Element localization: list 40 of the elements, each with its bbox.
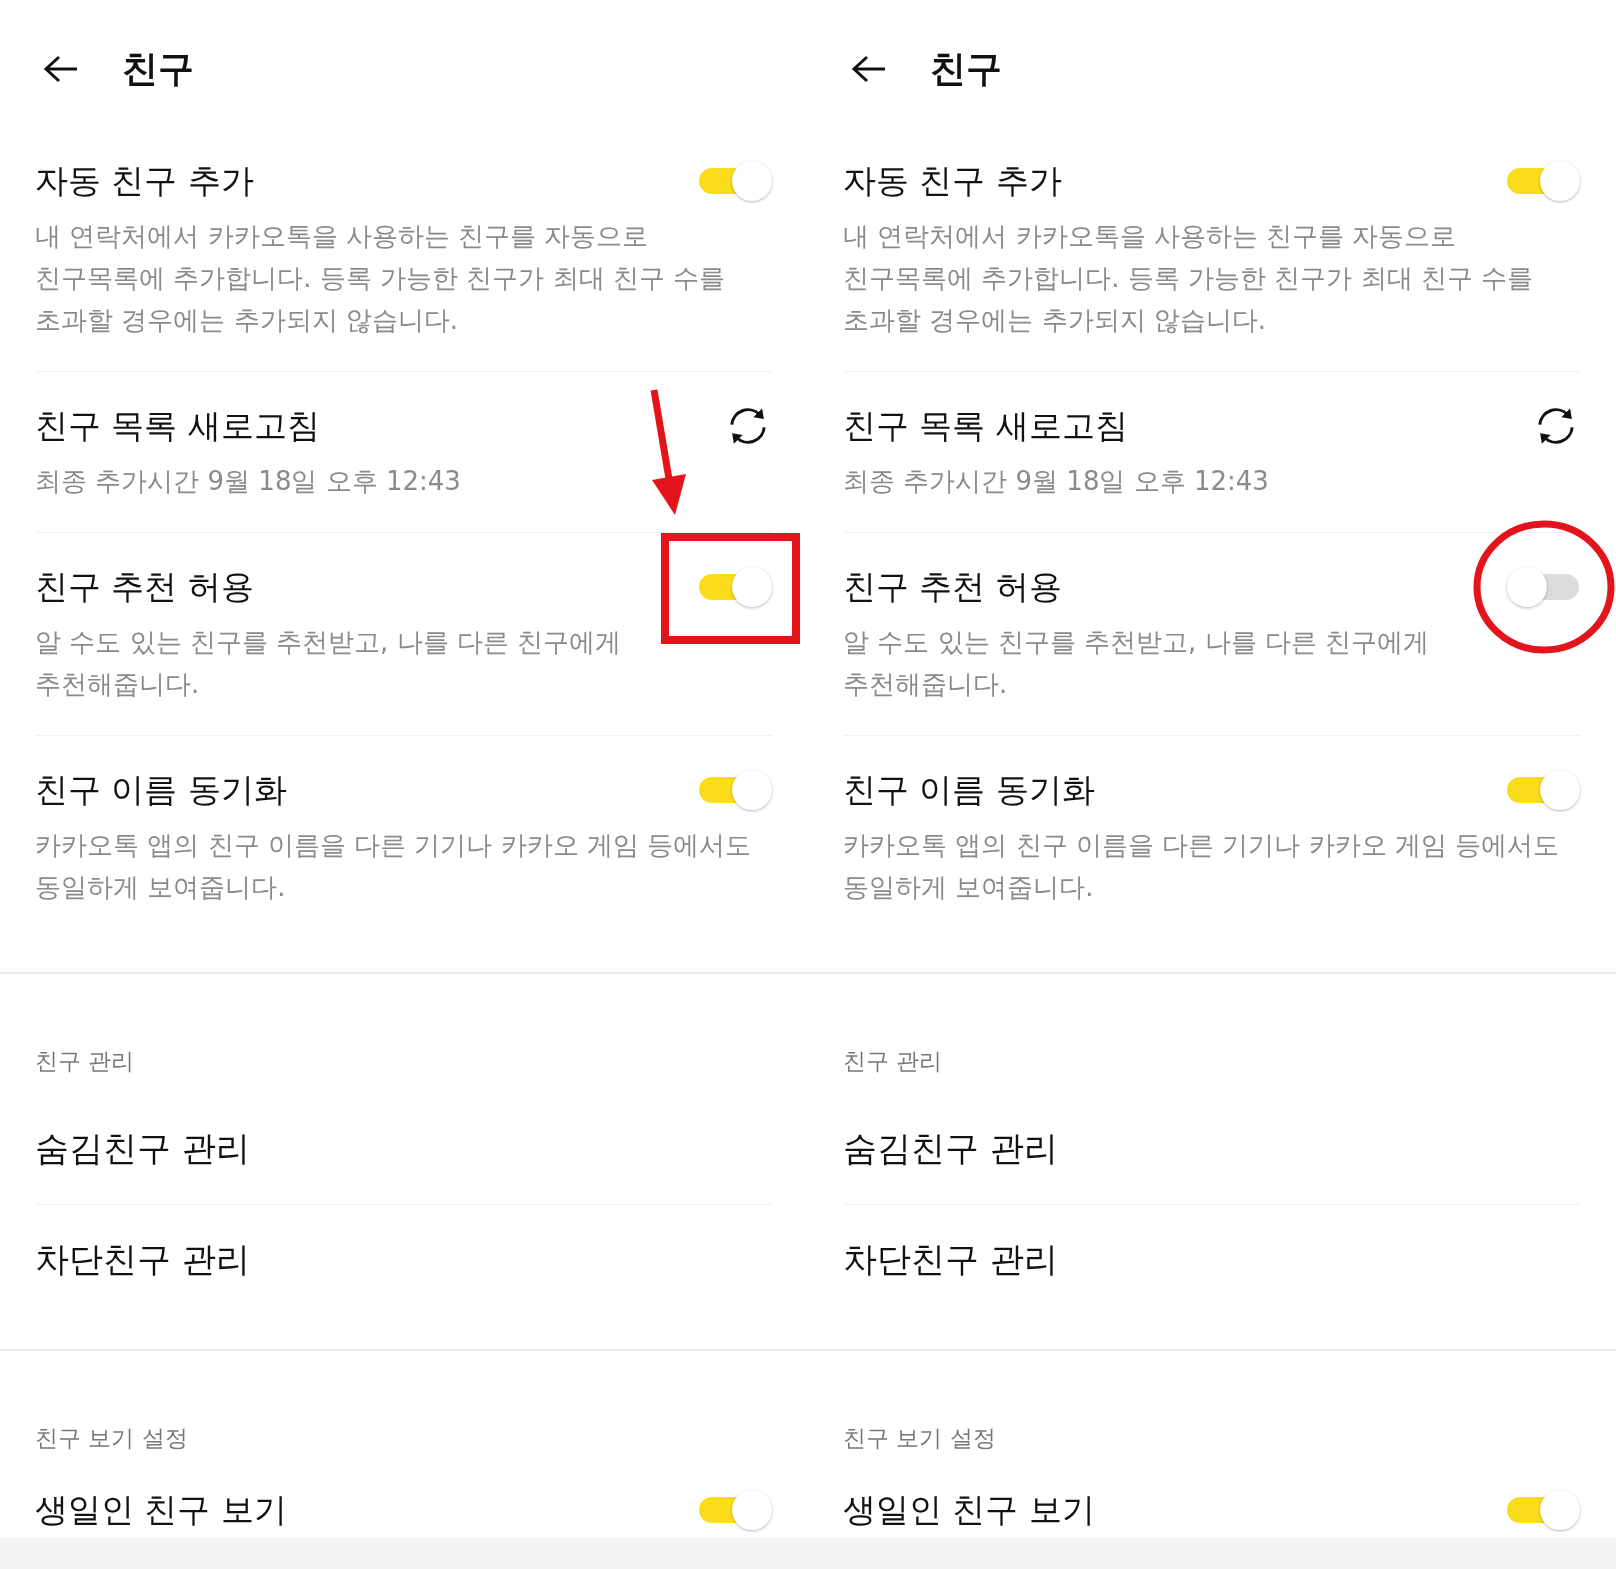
setting-title: 생일인 친구 보기 bbox=[35, 1489, 287, 1531]
toggle-switch[interactable] bbox=[699, 769, 773, 811]
setting-title: 자동 친구 추가 bbox=[843, 160, 1062, 202]
toggle-switch[interactable] bbox=[1507, 769, 1581, 811]
setting-description: 최종 추가시간 9월 18일 오후 12:43 bbox=[843, 465, 1270, 498]
section-heading: 친구 관리 bbox=[843, 1047, 944, 1076]
setting-title: 자동 친구 추가 bbox=[35, 160, 254, 202]
setting-title: 생일인 친구 보기 bbox=[843, 1489, 1095, 1531]
toggle-switch[interactable] bbox=[1507, 1489, 1581, 1531]
toggle-switch[interactable] bbox=[699, 566, 773, 608]
setting-title: 친구 추천 허용 bbox=[843, 566, 1062, 608]
menu-item[interactable]: 차단친구 관리 bbox=[843, 1204, 1581, 1315]
setting-title: 친구 이름 동기화 bbox=[35, 769, 287, 811]
refresh-icon[interactable] bbox=[728, 406, 768, 446]
setting-title: 친구 이름 동기화 bbox=[843, 769, 1095, 811]
setting-description: 알 수도 있는 친구를 추천받고, 나를 다른 친구에게 추천해줍니다. bbox=[843, 626, 1431, 701]
back-arrow-icon[interactable] bbox=[42, 54, 78, 84]
section-heading: 친구 보기 설정 bbox=[35, 1424, 189, 1453]
toggle-switch[interactable] bbox=[699, 160, 773, 202]
refresh-icon[interactable] bbox=[1536, 406, 1576, 446]
back-arrow-icon[interactable] bbox=[850, 54, 886, 84]
toggle-switch[interactable] bbox=[1507, 160, 1581, 202]
menu-item[interactable]: 숨김친구 관리 bbox=[843, 1094, 1581, 1204]
toggle-switch[interactable] bbox=[699, 1489, 773, 1531]
setting-title: 친구 추천 허용 bbox=[35, 566, 254, 608]
menu-item[interactable]: 차단친구 관리 bbox=[35, 1204, 773, 1315]
section-heading: 친구 보기 설정 bbox=[843, 1424, 997, 1453]
setting-title: 친구 목록 새로고침 bbox=[843, 405, 1128, 447]
setting-description: 카카오톡 앱의 친구 이름을 다른 기기나 카카오 게임 등에서도 동일하게 보여줍니다. bbox=[843, 829, 1561, 904]
setting-description: 최종 추가시간 9월 18일 오후 12:43 bbox=[35, 465, 462, 498]
setting-title: 친구 목록 새로고침 bbox=[35, 405, 320, 447]
page-title: 친구 bbox=[122, 47, 194, 91]
menu-item[interactable]: 숨김친구 관리 bbox=[35, 1094, 773, 1204]
setting-description: 카카오톡 앱의 친구 이름을 다른 기기나 카카오 게임 등에서도 동일하게 보여줍니다. bbox=[35, 829, 753, 904]
page-title: 친구 bbox=[930, 47, 1002, 91]
setting-description: 내 연락처에서 카카오톡을 사용하는 친구를 자동으로 친구목록에 추가합니다. 등록 가능한 친구가 최대 친구 수를 초과할 경우에는 추가되지 않습니다. bbox=[35, 220, 727, 337]
setting-description: 알 수도 있는 친구를 추천받고, 나를 다른 친구에게 추천해줍니다. bbox=[35, 626, 623, 701]
section-heading: 친구 관리 bbox=[35, 1047, 136, 1076]
setting-description: 내 연락처에서 카카오톡을 사용하는 친구를 자동으로 친구목록에 추가합니다. 등록 가능한 친구가 최대 친구 수를 초과할 경우에는 추가되지 않습니다. bbox=[843, 220, 1535, 337]
toggle-switch[interactable] bbox=[1507, 566, 1581, 608]
